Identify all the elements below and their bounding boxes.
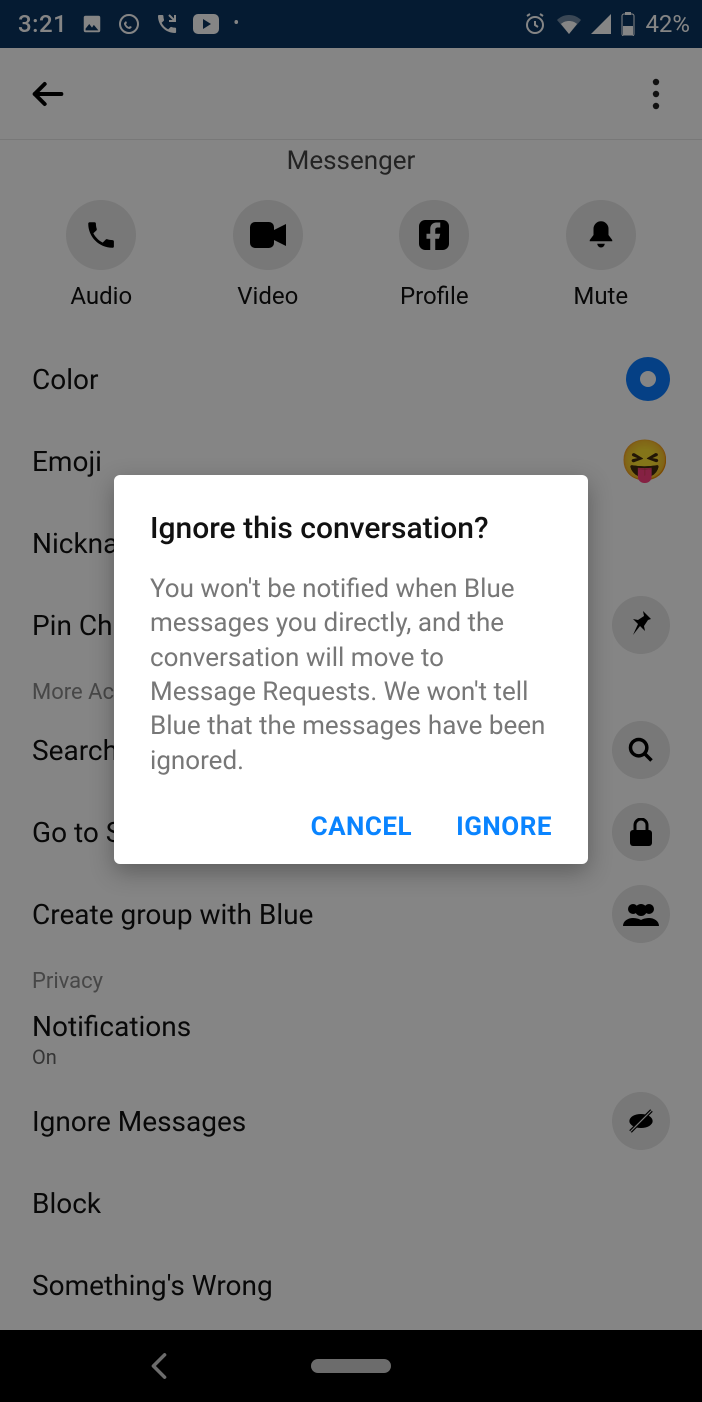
dialog-title: Ignore this conversation?: [150, 511, 552, 546]
dialog-body: You won't be notified when Blue messages…: [150, 572, 552, 778]
cancel-button[interactable]: CANCEL: [311, 812, 413, 842]
ignore-button[interactable]: IGNORE: [456, 812, 552, 842]
ignore-dialog: Ignore this conversation? You won't be n…: [114, 475, 588, 864]
